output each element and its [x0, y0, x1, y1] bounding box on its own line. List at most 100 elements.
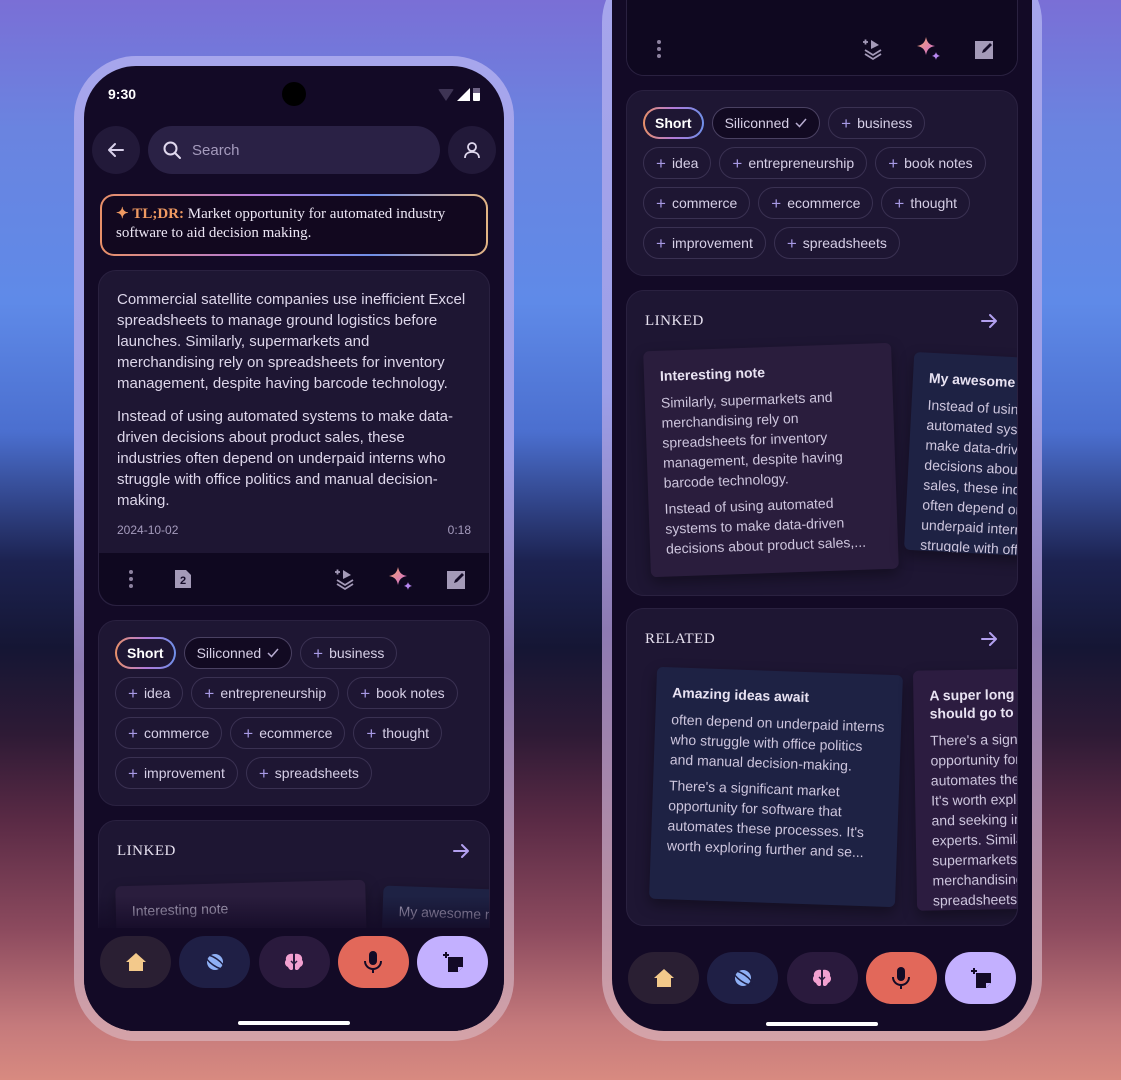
- tag-suggestion[interactable]: + business: [300, 637, 398, 669]
- tldr-label: TL;DR:: [132, 206, 184, 222]
- brain-icon: [283, 951, 305, 973]
- status-bar: 9:30: [84, 82, 504, 108]
- tag-label: Short: [655, 115, 692, 131]
- nav-record-button[interactable]: [337, 936, 409, 988]
- tag-suggestion[interactable]: + improvement: [115, 757, 238, 789]
- tag-label: Short: [127, 645, 164, 661]
- add-note-icon: [970, 967, 992, 989]
- related-title: RELATED: [645, 630, 716, 647]
- bottom-nav: [628, 952, 1016, 1004]
- tag-suggestion[interactable]: + entrepreneurship: [719, 147, 868, 179]
- back-button[interactable]: [92, 126, 140, 174]
- tag-short[interactable]: Short: [643, 107, 704, 139]
- plus-icon: +: [841, 113, 852, 133]
- note-card-partial: [626, 0, 1018, 76]
- arrow-right-icon[interactable]: [451, 841, 471, 861]
- screen: Short Siliconned + business + idea + entreprene…: [612, 0, 1032, 1031]
- tag-label: thought: [910, 195, 958, 211]
- plus-icon: +: [656, 153, 666, 173]
- edit-button[interactable]: [971, 35, 999, 63]
- note-paragraph: Instead of using automated systems to ma…: [117, 408, 454, 509]
- tag-short[interactable]: Short: [115, 637, 176, 669]
- search-bar[interactable]: [148, 126, 440, 174]
- microphone-icon: [362, 950, 384, 974]
- tag-suggestion[interactable]: + commerce: [115, 717, 223, 749]
- note-duration: 0:18: [447, 523, 471, 537]
- tag-suggestion[interactable]: + improvement: [643, 227, 766, 259]
- nav-home-button[interactable]: [628, 952, 699, 1004]
- tag-suggestion[interactable]: + ecommerce: [230, 717, 346, 749]
- profile-button[interactable]: [448, 126, 496, 174]
- edit-icon: [975, 41, 993, 59]
- status-time: 9:30: [108, 86, 137, 102]
- tag-selected[interactable]: Siliconned: [711, 107, 821, 139]
- tag-suggestion[interactable]: + ecommerce: [758, 187, 874, 219]
- linked-card-title: Interesting note: [131, 900, 229, 919]
- planet-icon: [203, 950, 227, 974]
- bottom-nav: [100, 936, 488, 988]
- plus-icon: +: [128, 723, 138, 743]
- tag-suggestion[interactable]: + entrepreneurship: [191, 677, 340, 709]
- linked-card[interactable]: My awesome note Instead of using automat…: [903, 351, 1018, 561]
- plus-icon: +: [894, 193, 905, 213]
- nav-brain-button[interactable]: [786, 952, 858, 1004]
- tag-label: improvement: [143, 765, 225, 781]
- tag-suggestion[interactable]: + spreadsheets: [245, 757, 372, 789]
- related-card[interactable]: Amazing ideas await often depend on unde…: [649, 666, 903, 908]
- plus-icon: +: [128, 763, 138, 783]
- more-options-button[interactable]: [117, 565, 145, 593]
- tag-suggestion[interactable]: + idea: [115, 677, 184, 709]
- home-icon: [125, 951, 147, 973]
- related-section: RELATED Amazing ideas await often depend…: [626, 608, 1018, 926]
- nav-new-note-button[interactable]: [945, 952, 1016, 1004]
- plus-icon: +: [366, 723, 377, 743]
- nav-record-button[interactable]: [865, 952, 937, 1004]
- nav-home-button[interactable]: [100, 936, 171, 988]
- tag-suggestion[interactable]: + book notes: [347, 677, 458, 709]
- related-card-title: A super long note title that should go t…: [929, 684, 1017, 722]
- arrow-right-icon[interactable]: [979, 629, 999, 649]
- tag-suggestion[interactable]: + thought: [353, 717, 443, 749]
- ai-sparkle-button[interactable]: [915, 35, 943, 63]
- add-to-stack-button[interactable]: [331, 565, 359, 593]
- nav-explore-button[interactable]: [707, 952, 779, 1004]
- related-card[interactable]: A super long note title that should go t…: [912, 667, 1017, 911]
- tag-label: commerce: [143, 725, 210, 741]
- user-icon: [464, 142, 480, 159]
- tag-label: spreadsheets: [274, 765, 359, 781]
- tag-suggestion[interactable]: + book notes: [875, 147, 986, 179]
- arrow-right-icon[interactable]: [979, 311, 999, 331]
- tag-suggestion[interactable]: + idea: [643, 147, 712, 179]
- add-note-icon: [442, 951, 464, 973]
- linked-card-text: Instead of using automated systems to ma…: [664, 494, 867, 557]
- plus-icon: +: [258, 763, 269, 783]
- search-icon: [163, 141, 181, 159]
- pages-button[interactable]: 2: [169, 565, 197, 593]
- add-to-stack-button[interactable]: [859, 35, 887, 63]
- page-count: 2: [179, 574, 187, 587]
- edit-button[interactable]: [443, 565, 471, 593]
- more-options-button[interactable]: [645, 35, 673, 63]
- tag-selected[interactable]: Siliconned: [183, 637, 293, 669]
- linked-card[interactable]: Interesting note Similarly, supermarkets…: [643, 342, 899, 578]
- tag-list: Short Siliconned + business + idea + entreprene…: [99, 621, 489, 805]
- linked-card-text: Instead of using automated systems to ma…: [919, 396, 1018, 560]
- tag-suggestion[interactable]: + thought: [881, 187, 971, 219]
- nav-new-note-button[interactable]: [417, 936, 488, 988]
- tag-label: Siliconned: [724, 115, 790, 131]
- ai-sparkle-button[interactable]: [387, 565, 415, 593]
- tag-suggestion[interactable]: + commerce: [643, 187, 751, 219]
- tag-label: book notes: [904, 155, 973, 171]
- search-input[interactable]: [192, 141, 392, 159]
- stack-add-icon: [863, 39, 882, 61]
- tag-suggestion[interactable]: + business: [828, 107, 926, 139]
- tag-label: Siliconned: [196, 645, 262, 661]
- nav-explore-button[interactable]: [179, 936, 251, 988]
- linked-section: LINKED Interesting note Similarly, super…: [626, 290, 1018, 596]
- top-bar: [92, 126, 496, 174]
- phone-right: Short Siliconned + business + idea + entreprene…: [602, 0, 1042, 1041]
- nav-brain-button[interactable]: [258, 936, 330, 988]
- microphone-icon: [890, 966, 912, 990]
- tag-suggestion[interactable]: + spreadsheets: [773, 227, 900, 259]
- linked-card-title: My awesome note: [928, 369, 1017, 392]
